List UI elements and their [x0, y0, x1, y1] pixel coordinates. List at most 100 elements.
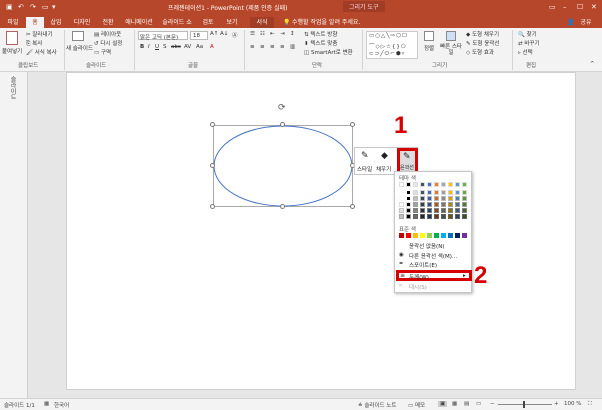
- align-right-icon[interactable]: ≡: [270, 44, 275, 50]
- slideshow-view-icon[interactable]: ▭: [476, 401, 481, 407]
- theme-color-swatch[interactable]: [434, 202, 439, 207]
- tab-slideshow[interactable]: 슬라이드 쇼: [160, 17, 194, 28]
- notes-button[interactable]: ≙ 슬라이드 노트: [358, 401, 396, 409]
- format-painter-button[interactable]: 🖌 서식 복사: [26, 48, 57, 56]
- theme-color-swatch[interactable]: [441, 214, 446, 219]
- theme-color-swatch[interactable]: [462, 182, 467, 187]
- theme-color-swatch[interactable]: [406, 214, 411, 219]
- theme-color-swatch[interactable]: [413, 196, 418, 201]
- indent-decrease-icon[interactable]: ⇤: [270, 31, 275, 37]
- theme-color-swatch[interactable]: [427, 196, 432, 201]
- theme-color-swatch[interactable]: [455, 214, 460, 219]
- ribbon-display-icon[interactable]: ▭: [549, 3, 556, 11]
- tab-insert[interactable]: 삽입: [46, 17, 66, 28]
- theme-color-swatch[interactable]: [427, 182, 432, 187]
- tab-file[interactable]: 파일: [4, 17, 22, 28]
- theme-color-swatch[interactable]: [441, 190, 446, 195]
- theme-color-swatch[interactable]: [434, 182, 439, 187]
- weight-item[interactable]: ≡ 두께(W) ▸: [396, 270, 472, 281]
- theme-color-swatch[interactable]: [413, 214, 418, 219]
- standard-color-swatch[interactable]: [420, 233, 425, 238]
- paste-button[interactable]: 붙여넣기: [2, 47, 22, 55]
- tab-transitions[interactable]: 전환: [98, 17, 118, 28]
- resize-handle[interactable]: [280, 204, 285, 209]
- theme-color-swatch[interactable]: [427, 214, 432, 219]
- align-text-button[interactable]: ⬍ 텍스트 맞춤: [304, 39, 337, 47]
- theme-color-swatch[interactable]: [420, 182, 425, 187]
- theme-color-swatch[interactable]: [434, 196, 439, 201]
- language-indicator[interactable]: 한국어: [54, 401, 69, 409]
- resize-handle[interactable]: [280, 122, 285, 127]
- change-case-icon[interactable]: Aa: [196, 44, 203, 50]
- theme-color-swatch[interactable]: [413, 208, 418, 213]
- tab-view[interactable]: 보기: [222, 17, 242, 28]
- theme-color-swatch[interactable]: [448, 182, 453, 187]
- shadow-icon[interactable]: S: [163, 44, 167, 50]
- minimize-icon[interactable]: –: [563, 3, 567, 11]
- copy-button[interactable]: ⎘ 복사: [26, 39, 42, 48]
- smartart-button[interactable]: ◫ SmartArt로 변환: [304, 48, 353, 56]
- theme-color-swatch[interactable]: [406, 202, 411, 207]
- fill-button[interactable]: 채우기: [376, 165, 391, 173]
- theme-color-swatch[interactable]: [448, 196, 453, 201]
- redo-icon[interactable]: ↷: [30, 3, 36, 11]
- maximize-icon[interactable]: ☐: [577, 3, 583, 11]
- theme-color-swatch[interactable]: [420, 202, 425, 207]
- theme-color-swatch[interactable]: [441, 208, 446, 213]
- theme-color-swatch[interactable]: [399, 202, 404, 207]
- more-colors-item[interactable]: ◉ 다른 윤곽선 색(M)...: [399, 252, 457, 260]
- standard-color-swatch[interactable]: [413, 233, 418, 238]
- theme-color-swatch[interactable]: [427, 202, 432, 207]
- align-left-icon[interactable]: ≡: [250, 44, 255, 50]
- resize-handle[interactable]: [210, 122, 215, 127]
- theme-color-swatch[interactable]: [406, 182, 411, 187]
- slide-sorter-icon[interactable]: ▦: [452, 401, 457, 407]
- new-slide-icon[interactable]: [72, 31, 84, 41]
- replace-button[interactable]: ⇄ 바꾸기: [518, 39, 540, 47]
- theme-color-swatch[interactable]: [441, 202, 446, 207]
- theme-color-swatch[interactable]: [420, 196, 425, 201]
- comments-button[interactable]: ▭ 메모: [408, 401, 425, 409]
- resize-handle[interactable]: [210, 204, 215, 209]
- slide[interactable]: ⟳ ✎ 스타일 ◆ 채우기 ✎ 윤곽선: [66, 72, 576, 390]
- start-presentation-icon[interactable]: ▭: [42, 3, 49, 11]
- find-button[interactable]: 🔍 찾기: [518, 30, 537, 38]
- theme-color-swatch[interactable]: [406, 196, 411, 201]
- standard-color-row[interactable]: [399, 233, 469, 239]
- cut-button[interactable]: ✂ 잘라내기: [26, 30, 53, 38]
- theme-color-swatch[interactable]: [399, 196, 404, 201]
- theme-color-swatch[interactable]: [462, 208, 467, 213]
- theme-color-swatch[interactable]: [420, 214, 425, 219]
- char-spacing-icon[interactable]: AV: [184, 44, 191, 50]
- strikethrough-icon[interactable]: abc: [171, 44, 181, 50]
- theme-color-swatch[interactable]: [399, 190, 404, 195]
- line-spacing-icon[interactable]: ↕: [290, 31, 295, 37]
- font-size-box[interactable]: 18: [190, 31, 208, 40]
- theme-color-swatch[interactable]: [455, 196, 460, 201]
- tab-format[interactable]: 서식: [250, 17, 274, 28]
- shrink-font-icon[interactable]: A↓: [220, 31, 228, 37]
- standard-color-swatch[interactable]: [399, 233, 404, 238]
- theme-color-swatch[interactable]: [399, 182, 404, 187]
- arrange-icon[interactable]: [424, 31, 434, 41]
- theme-color-swatch[interactable]: [399, 214, 404, 219]
- theme-color-swatch[interactable]: [413, 190, 418, 195]
- tab-review[interactable]: 검토: [198, 17, 218, 28]
- theme-color-swatch[interactable]: [420, 190, 425, 195]
- fit-to-window-icon[interactable]: ⛶: [588, 401, 592, 408]
- theme-color-swatch[interactable]: [455, 208, 460, 213]
- rotate-handle-icon[interactable]: ⟳: [278, 103, 286, 113]
- numbering-icon[interactable]: ☷: [260, 31, 265, 37]
- zoom-slider-thumb[interactable]: [523, 401, 525, 408]
- paste-icon[interactable]: [6, 31, 18, 45]
- zoom-out-icon[interactable]: −: [490, 401, 495, 407]
- theme-color-swatch[interactable]: [413, 182, 418, 187]
- theme-color-swatch[interactable]: [455, 190, 460, 195]
- justify-icon[interactable]: ≡: [280, 44, 285, 50]
- theme-color-swatch[interactable]: [462, 202, 467, 207]
- theme-color-swatch[interactable]: [427, 208, 432, 213]
- columns-icon[interactable]: ▥: [290, 44, 295, 50]
- slides-pane-collapsed[interactable]: 슬라이드: [0, 72, 28, 398]
- resize-handle[interactable]: [350, 122, 355, 127]
- tab-animations[interactable]: 애니메이션: [122, 17, 156, 28]
